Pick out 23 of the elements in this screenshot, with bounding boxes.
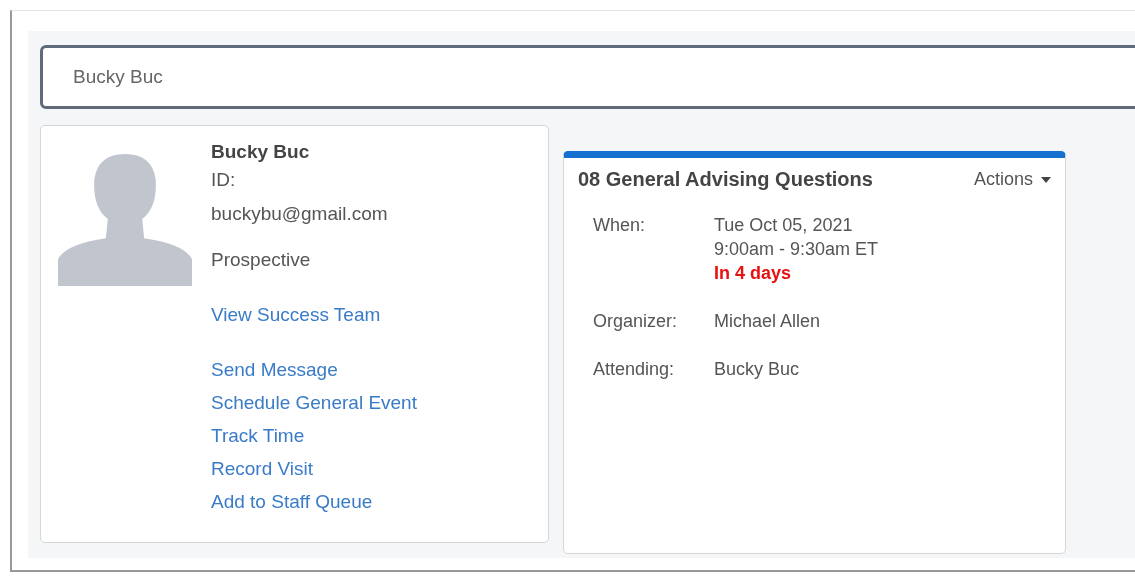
contact-name: Bucky Buc (211, 140, 311, 164)
email-text: buckybu@gmail.com (211, 202, 389, 226)
detail-label: Attending: (593, 358, 676, 381)
team-link[interactable]: View Success Team (211, 298, 417, 331)
detail-value: Bucky Buc (714, 358, 800, 381)
appointment-title: 08 General Advising Questions (578, 168, 873, 191)
status-text: Prospective (211, 248, 312, 272)
action-link[interactable]: Record Visit (211, 452, 417, 485)
detail-label: When: (593, 214, 647, 237)
action-link[interactable]: Schedule General Event (211, 386, 417, 419)
action-link[interactable]: Track Time (211, 419, 417, 452)
detail-value: Michael Allen (714, 310, 821, 333)
detail-value: Tue Oct 05, 2021 (714, 214, 854, 237)
avatar-icon (55, 152, 195, 286)
detail-label: Organizer: (593, 310, 679, 333)
actions-menu[interactable]: Actions (973, 169, 1051, 190)
action-link[interactable]: Send Message (211, 353, 417, 386)
id-label: ID: (211, 168, 237, 192)
detail-value: 9:00am - 9:30am ET (714, 238, 879, 261)
caret-icon (1041, 176, 1051, 183)
action-link[interactable]: Add to Staff Queue (211, 485, 417, 518)
search-field[interactable]: Bucky Buc (40, 45, 1135, 109)
countdown-text: In 4 days (714, 262, 793, 285)
